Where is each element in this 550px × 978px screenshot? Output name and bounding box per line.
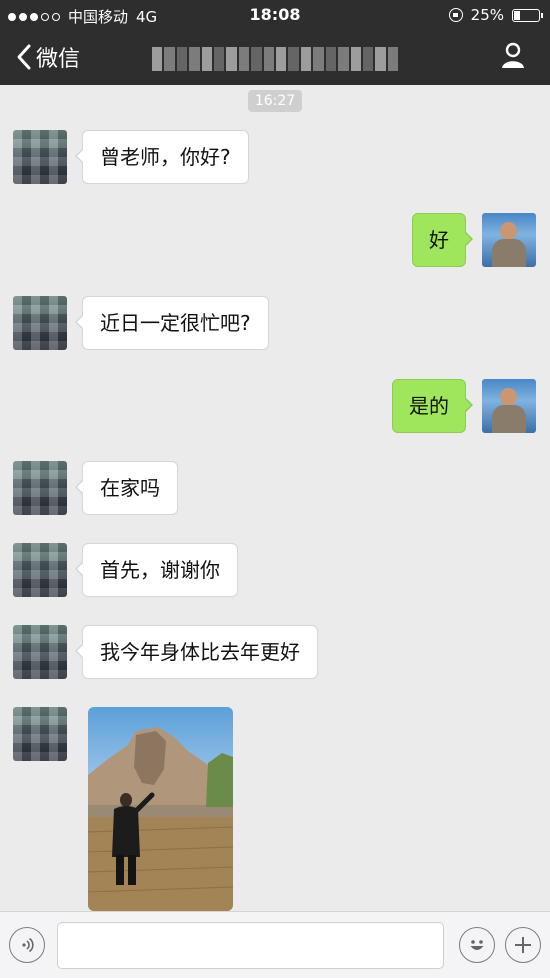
message-bubble-received[interactable]: 首先，谢谢你 [75, 543, 238, 597]
message-bubble-sent[interactable]: 好 [412, 213, 473, 267]
my-avatar[interactable] [482, 379, 536, 433]
contact-avatar[interactable] [13, 625, 67, 679]
voice-icon [22, 937, 34, 953]
my-avatar[interactable] [482, 213, 536, 267]
status-bar: 中国移动 4G 18:08 25% [0, 0, 550, 30]
message-timestamp: 16:27 [248, 90, 302, 112]
back-chevron-icon [17, 44, 31, 70]
message-bubble-sent[interactable]: 是的 [392, 379, 473, 433]
message-bubble-received[interactable]: 曾老师，你好? [75, 130, 249, 184]
more-functions-button[interactable] [505, 927, 541, 963]
nav-bar: 微信 [0, 30, 550, 85]
back-button[interactable]: 微信 [14, 41, 80, 73]
contact-avatar[interactable] [13, 543, 67, 597]
plus-icon [515, 937, 531, 953]
chat-area[interactable]: 16:27 曾老师，你好? 好 近日一定很忙吧? 是的 在家吗 首先，谢谢你 我… [0, 85, 550, 911]
emoji-icon [470, 940, 484, 950]
lock-rotation-icon [448, 8, 463, 22]
contact-avatar[interactable] [13, 461, 67, 515]
message-bubble-received[interactable]: 近日一定很忙吧? [75, 296, 269, 350]
contact-avatar[interactable] [13, 707, 67, 761]
battery-fill [514, 10, 520, 20]
contact-avatar[interactable] [13, 296, 67, 350]
input-bar [0, 911, 550, 978]
emoji-button[interactable] [459, 927, 495, 963]
message-bubble-received[interactable]: 我今年身体比去年更好 [75, 625, 318, 679]
voice-input-button[interactable] [9, 927, 45, 963]
back-label: 微信 [36, 47, 81, 72]
image-message[interactable] [88, 707, 233, 911]
chat-info-button[interactable] [500, 42, 526, 74]
profile-icon [502, 42, 524, 68]
contact-avatar[interactable] [13, 130, 67, 184]
message-bubble-received[interactable]: 在家吗 [75, 461, 178, 515]
chat-title-pixelated [152, 47, 399, 71]
battery-icon [512, 8, 543, 22]
message-input[interactable] [57, 922, 444, 969]
photo-content [88, 707, 233, 911]
battery-percent: 25% [470, 6, 504, 24]
status-right: 25% [448, 6, 543, 24]
